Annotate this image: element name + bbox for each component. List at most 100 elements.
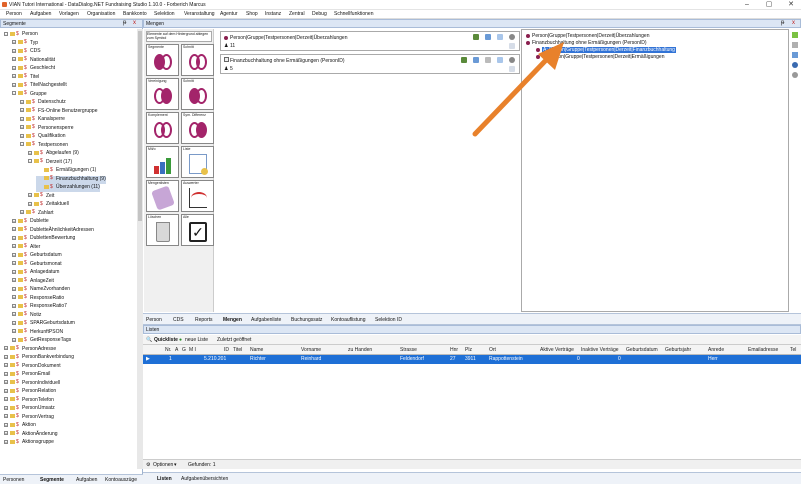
col-mi[interactable]: M I — [189, 347, 196, 353]
refresh-icon[interactable] — [792, 52, 798, 58]
tree-node[interactable]: + $ Alter — [12, 244, 40, 252]
menu-instanz[interactable]: Instanz — [265, 11, 281, 17]
expand-icon[interactable]: + — [12, 261, 16, 266]
menu-vorlagen[interactable]: Vorlagen — [59, 11, 79, 17]
menu-aufgaben[interactable]: Aufgaben — [30, 11, 51, 17]
expand-icon[interactable]: + — [12, 337, 16, 342]
col-emailadresse[interactable]: Emailadresse — [748, 347, 778, 353]
palette-tool[interactable]: Segmente — [146, 44, 179, 76]
col-a[interactable]: A — [175, 347, 178, 353]
expand-icon[interactable]: + — [4, 354, 8, 359]
maximize-button[interactable]: ▢ — [761, 1, 777, 9]
expand-icon[interactable]: + — [12, 48, 16, 53]
tab-segmente[interactable]: Segmente — [40, 477, 64, 483]
expand-icon[interactable]: + — [12, 235, 16, 240]
col-tel[interactable]: Tel — [790, 347, 796, 353]
tree-node[interactable]: + $ NameZvorhanden — [12, 286, 70, 294]
tree-node[interactable]: - $ Person — [4, 31, 38, 39]
expand-icon[interactable]: + — [12, 227, 16, 232]
tree-node[interactable]: + $ Aktion — [4, 422, 36, 430]
minimize-button[interactable]: – — [739, 1, 755, 9]
col-aktive-vertraege[interactable]: Aktive Verträge — [540, 347, 574, 353]
tree-node[interactable]: + $ Personensperre — [20, 125, 74, 133]
tab-buchungssatz[interactable]: Buchungssatz — [291, 317, 322, 323]
col-anrede[interactable]: Anrede — [708, 347, 724, 353]
expand-icon[interactable]: + — [28, 201, 32, 206]
tab-mengen[interactable]: Mengen — [223, 317, 242, 323]
tree-node[interactable]: $ Überzahlungen (11) — [36, 184, 100, 192]
tree-node[interactable]: + $ CDS — [12, 48, 41, 56]
expand-icon[interactable]: + — [12, 65, 16, 70]
col-name[interactable]: Name — [250, 347, 263, 353]
tree-node[interactable]: + $ Anlagedatum — [12, 269, 59, 277]
tree-node[interactable]: + $ Aktionsgruppe — [4, 439, 54, 447]
col-plz[interactable]: Plz — [465, 347, 472, 353]
palette-tool[interactable]: Alle ✓ — [181, 214, 214, 246]
expand-icon[interactable]: + — [12, 312, 16, 317]
expand-icon[interactable]: + — [4, 439, 8, 444]
neue-liste-button[interactable]: neue Liste — [185, 337, 208, 343]
tree-node[interactable]: + $ PersonVertrag — [4, 414, 54, 422]
menu-agentur[interactable]: Agentur — [220, 11, 238, 17]
tree-node[interactable]: + $ Qualifikation — [20, 133, 66, 141]
expand-icon[interactable]: + — [12, 320, 16, 325]
remove-icon[interactable] — [792, 42, 798, 48]
palette-tool[interactable]: Mengenlisten — [146, 180, 179, 212]
close-icon[interactable]: x — [133, 20, 136, 26]
col-id[interactable]: ID — [224, 347, 229, 353]
col-strasse[interactable]: Strasse — [400, 347, 417, 353]
tree-node[interactable]: $ Ermäßigungen (1) — [36, 167, 96, 175]
col-geburtsdatum[interactable]: Geburtsdatum — [626, 347, 658, 353]
tree-node[interactable]: + $ Zahlart — [20, 210, 54, 218]
palette-tool[interactable]: Mit/o — [146, 146, 179, 178]
result-node[interactable]: Person|Gruppe|Testpersonen|Derzeit|Überz… — [526, 33, 650, 39]
tree-node[interactable]: + $ PersonTelefon — [4, 397, 54, 405]
tree-node[interactable]: + $ Datenschutz — [20, 99, 66, 107]
tree-node[interactable]: + $ Typ — [12, 40, 38, 48]
tree-node[interactable]: + $ Nationalität — [12, 57, 55, 65]
close-icon[interactable]: x — [792, 20, 795, 26]
tree-node[interactable]: + $ Notiz — [12, 312, 41, 320]
menu-shop[interactable]: Shop — [246, 11, 258, 17]
collapse-icon[interactable]: - — [12, 91, 16, 96]
pin-icon[interactable]: ᵽ — [123, 20, 126, 26]
tree-node[interactable]: + $ PersonUmsatz — [4, 405, 55, 413]
tab-listen[interactable]: Listen — [157, 476, 172, 482]
tab-personen[interactable]: Personen — [3, 477, 24, 483]
palette-tool[interactable]: Komplement — [146, 112, 179, 144]
col-titel[interactable]: Titel — [233, 347, 242, 353]
expand-icon[interactable]: + — [12, 40, 16, 45]
pin-icon[interactable]: ᵽ — [781, 20, 784, 26]
expand-icon[interactable]: + — [4, 405, 8, 410]
menu-bankkonto[interactable]: Bankkonto — [123, 11, 147, 17]
expand-icon[interactable]: + — [20, 99, 24, 104]
expand-icon[interactable]: + — [28, 193, 32, 198]
tree-node[interactable]: + $ Dublette — [12, 218, 49, 226]
expand-icon[interactable]: + — [12, 57, 16, 62]
chevron-down-icon[interactable]: ▾ — [174, 462, 177, 468]
menu-veranstaltung[interactable]: Veranstaltung — [184, 11, 215, 17]
tree-node[interactable]: + $ GetResponseTags — [12, 337, 71, 345]
expand-icon[interactable]: + — [28, 150, 32, 155]
tab-reports[interactable]: Reports — [195, 317, 213, 323]
tree-node[interactable]: + $ TitelNachgestellt — [12, 82, 67, 90]
tree-node[interactable]: - $ Derzeit (17) — [28, 159, 72, 167]
expand-icon[interactable]: + — [4, 380, 8, 385]
tree-node[interactable]: + $ PersonDokument — [4, 363, 61, 371]
tab-selektion-id[interactable]: Selektion ID — [375, 317, 402, 323]
add-icon[interactable] — [792, 32, 798, 38]
expand-icon[interactable]: + — [4, 414, 8, 419]
tree-node[interactable]: + $ ResponseRatio — [12, 295, 64, 303]
expand-icon[interactable]: + — [12, 252, 16, 257]
expand-icon[interactable]: + — [12, 286, 16, 291]
expand-icon[interactable]: + — [4, 397, 8, 402]
tree-node[interactable]: $ Finanzbuchhaltung (9) — [36, 175, 106, 184]
menu-debug[interactable]: Debug — [312, 11, 327, 17]
tree-node[interactable]: + $ AktionÄnderung — [4, 431, 58, 439]
expand-icon[interactable]: + — [12, 303, 16, 308]
tab-cds[interactable]: CDS — [173, 317, 184, 323]
collapse-icon[interactable]: - — [4, 31, 8, 36]
expand-icon[interactable]: + — [20, 125, 24, 130]
collapse-icon[interactable]: - — [28, 159, 32, 164]
tree-node[interactable]: - $ Testpersonen — [20, 142, 68, 150]
